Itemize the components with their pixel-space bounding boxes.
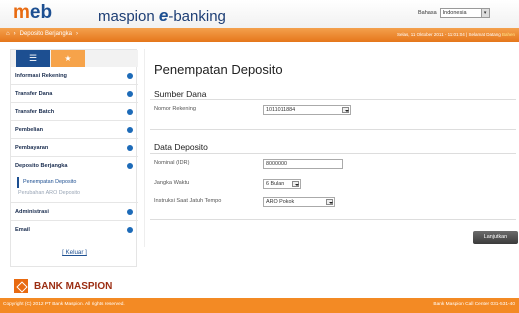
user-greeting: Selamat Datang — [468, 32, 501, 37]
sidebar-item-administrasi[interactable]: Administrasi — [11, 203, 138, 221]
breadcrumb-current[interactable]: Deposito Berjangka — [20, 31, 72, 37]
nominal-input[interactable]: 8000000 — [263, 159, 343, 169]
instruction-value: ARO Pokok — [266, 199, 295, 205]
instruction-label: Instruksi Saat Jatuh Tempo — [154, 198, 222, 204]
menu-list-icon[interactable]: ☰ — [16, 50, 50, 67]
sidebar-item-deposito-berjangka[interactable]: Deposito Berjangka — [11, 157, 138, 175]
logout-link[interactable]: [ Keluar ] — [11, 249, 138, 256]
account-value: 1011011884 — [266, 107, 296, 113]
brand-prefix: maspion — [98, 8, 155, 25]
sidebar-item-label: Pembayaran — [15, 145, 49, 151]
language-dropdown[interactable]: Indonesia ▾ — [439, 8, 490, 18]
sidebar-subitem-perubahan-aro[interactable]: Perubahan ARO Deposito — [11, 188, 138, 199]
chevron-right-icon: › — [13, 31, 16, 37]
meb-logo: meb — [13, 2, 52, 24]
divider — [150, 153, 516, 154]
sidebar-tabs: ☰ ★ — [11, 50, 138, 67]
sidebar-menu: Informasi Rekening Transfer Dana Transfe… — [11, 67, 138, 239]
sidebar-item-label: Transfer Batch — [15, 109, 55, 115]
term-label: Jangka Waktu — [154, 180, 190, 186]
user-name: Bahen — [501, 32, 515, 37]
chevron-right-icon: › — [76, 31, 78, 37]
section-title-source: Sumber Dana — [154, 89, 207, 99]
chevron-down-icon — [292, 181, 299, 187]
breadcrumb-bar: ⌂ › Deposito Berjangka › Selas, 11 Oktob… — [0, 28, 519, 42]
footer: Copyright (C) 2012 PT Bank Maspion. All … — [0, 298, 519, 313]
sidebar-item-label: Administrasi — [15, 209, 49, 215]
sidebar-item-label: Transfer Dana — [15, 91, 53, 97]
star-icon[interactable]: ★ — [51, 50, 85, 67]
chevron-down-icon — [326, 199, 333, 205]
brand-e: e — [158, 6, 169, 25]
expand-icon — [127, 109, 133, 115]
expand-icon — [127, 73, 133, 79]
sidebar-item-label: Pembelian — [15, 127, 43, 133]
page-title: Penempatan Deposito — [154, 62, 283, 77]
breadcrumb: ⌂ › Deposito Berjangka › — [6, 31, 78, 37]
sidebar-subitem-penempatan-deposito[interactable]: Penempatan Deposito — [17, 177, 138, 188]
expand-icon — [127, 127, 133, 133]
collapse-icon — [127, 163, 133, 169]
divider — [150, 129, 516, 130]
main-panel: Penempatan Deposito Sumber Dana Nomor Re… — [144, 49, 519, 247]
expand-icon — [127, 227, 133, 233]
brand-suffix: -banking — [168, 8, 226, 25]
call-center-text: Bank Maspion Call Center 031-531-40 — [433, 302, 515, 307]
logo-m: m — [13, 2, 30, 23]
next-button[interactable]: Lanjutkan — [473, 231, 518, 244]
expand-icon — [127, 145, 133, 151]
instruction-select[interactable]: ARO Pokok — [263, 197, 335, 207]
nominal-value: 8000000 — [266, 161, 287, 167]
bank-logo-icon — [14, 279, 28, 293]
sidebar-item-transfer-batch[interactable]: Transfer Batch — [11, 103, 138, 121]
sidebar-item-label: Informasi Rekening — [15, 73, 67, 79]
sidebar-submenu: Penempatan Deposito Perubahan ARO Deposi… — [11, 175, 138, 203]
section-title-deposit: Data Deposito — [154, 142, 208, 152]
account-label: Nomor Rekening — [154, 106, 196, 112]
sidebar-item-transfer-dana[interactable]: Transfer Dana — [11, 85, 138, 103]
sidebar: ☰ ★ Informasi Rekening Transfer Dana Tra… — [10, 49, 138, 267]
home-icon[interactable]: ⌂ — [6, 31, 10, 37]
language-selector: Bahasa Indonesia ▾ — [418, 8, 490, 18]
copyright-text: Copyright (C) 2012 PT Bank Maspion. All … — [3, 302, 125, 307]
sidebar-item-pembelian[interactable]: Pembelian — [11, 121, 138, 139]
language-label: Bahasa — [418, 10, 437, 16]
language-value: Indonesia — [442, 10, 467, 16]
bank-name: BANK MASPION — [34, 280, 113, 292]
bank-brand: BANK MASPION — [14, 279, 112, 293]
sidebar-item-pembayaran[interactable]: Pembayaran — [11, 139, 138, 157]
term-value: 6 Bulan — [266, 181, 285, 187]
session-datetime: Selas, 11 Oktober 2011 - 11:01:04 | — [396, 32, 468, 37]
sidebar-item-informasi-rekening[interactable]: Informasi Rekening — [11, 67, 138, 85]
account-select[interactable]: 1011011884 — [263, 105, 351, 115]
expand-icon — [127, 91, 133, 97]
nominal-label: Nominal (IDR) — [154, 160, 190, 166]
chevron-down-icon — [342, 107, 349, 113]
logo-eb: eb — [29, 2, 53, 23]
chevron-down-icon: ▾ — [480, 9, 489, 17]
divider — [150, 99, 516, 100]
sidebar-item-label: Email — [15, 227, 30, 233]
brand-title: maspion e-banking — [98, 6, 226, 26]
app-header: meb maspion e-banking Bahasa Indonesia ▾ — [0, 0, 519, 28]
divider — [150, 219, 516, 220]
term-select[interactable]: 6 Bulan — [263, 179, 301, 189]
session-info: Selas, 11 Oktober 2011 - 11:01:04 | Sela… — [397, 32, 515, 37]
sidebar-item-label: Deposito Berjangka — [15, 163, 68, 169]
expand-icon — [127, 209, 133, 215]
sidebar-item-email[interactable]: Email — [11, 221, 138, 239]
